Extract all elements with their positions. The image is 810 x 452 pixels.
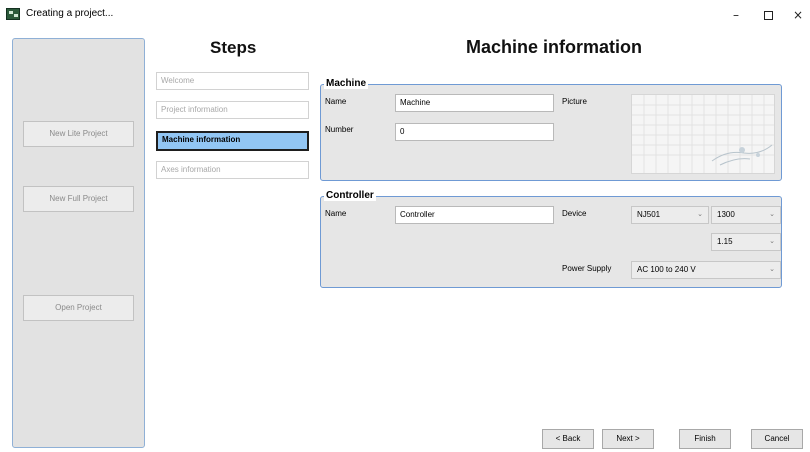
project-type-panel: New Lite Project New Full Project Open P… <box>12 38 145 448</box>
picture-label: Picture <box>562 97 587 106</box>
device-select-value: NJ501 <box>637 210 661 219</box>
window-title: Creating a project... <box>26 8 114 19</box>
power-supply-label: Power Supply <box>562 264 612 273</box>
step-axes-information: Axes information <box>156 161 309 179</box>
model-select[interactable]: 1300 ⌄ <box>711 206 781 224</box>
step-welcome: Welcome <box>156 72 309 90</box>
machine-illustration <box>632 95 774 173</box>
new-lite-project-button[interactable]: New Lite Project <box>23 121 134 147</box>
model-select-value: 1300 <box>717 210 735 219</box>
chevron-down-icon: ⌄ <box>769 266 775 273</box>
machine-name-label: Name <box>325 97 347 106</box>
maximize-icon <box>763 11 773 20</box>
back-button[interactable]: < Back <box>542 429 594 449</box>
machine-group-legend: Machine <box>324 78 369 89</box>
power-supply-select-value: AC 100 to 240 V <box>637 265 696 274</box>
device-label: Device <box>562 209 587 218</box>
controller-name-label: Name <box>325 209 347 218</box>
cancel-button[interactable]: Cancel <box>751 429 803 449</box>
maximize-button[interactable] <box>756 6 780 24</box>
minimize-button[interactable]: – <box>724 6 748 24</box>
machine-name-input[interactable]: Machine <box>395 94 554 112</box>
version-select-value: 1.15 <box>717 237 733 246</box>
finish-button[interactable]: Finish <box>679 429 731 449</box>
new-full-project-button[interactable]: New Full Project <box>23 186 134 212</box>
controller-group-legend: Controller <box>324 190 376 201</box>
steps-title: Steps <box>210 38 257 57</box>
machine-number-label: Number <box>325 125 354 134</box>
step-machine-information: Machine information <box>156 131 309 151</box>
page-title: Machine information <box>466 37 643 57</box>
chevron-down-icon: ⌄ <box>769 211 775 218</box>
close-button[interactable]: × <box>786 6 810 24</box>
chevron-down-icon: ⌄ <box>769 238 775 245</box>
chevron-down-icon: ⌄ <box>697 211 703 218</box>
open-project-button[interactable]: Open Project <box>23 295 134 321</box>
machine-picture <box>631 94 775 174</box>
controller-name-input[interactable]: Controller <box>395 206 554 224</box>
device-select[interactable]: NJ501 ⌄ <box>631 206 709 224</box>
title-bar: Creating a project... – × <box>0 0 810 30</box>
app-icon <box>6 8 20 20</box>
power-supply-select[interactable]: AC 100 to 240 V ⌄ <box>631 261 781 279</box>
version-select[interactable]: 1.15 ⌄ <box>711 233 781 251</box>
machine-number-input[interactable]: 0 <box>395 123 554 141</box>
step-project-information: Project information <box>156 101 309 119</box>
next-button[interactable]: Next > <box>602 429 654 449</box>
